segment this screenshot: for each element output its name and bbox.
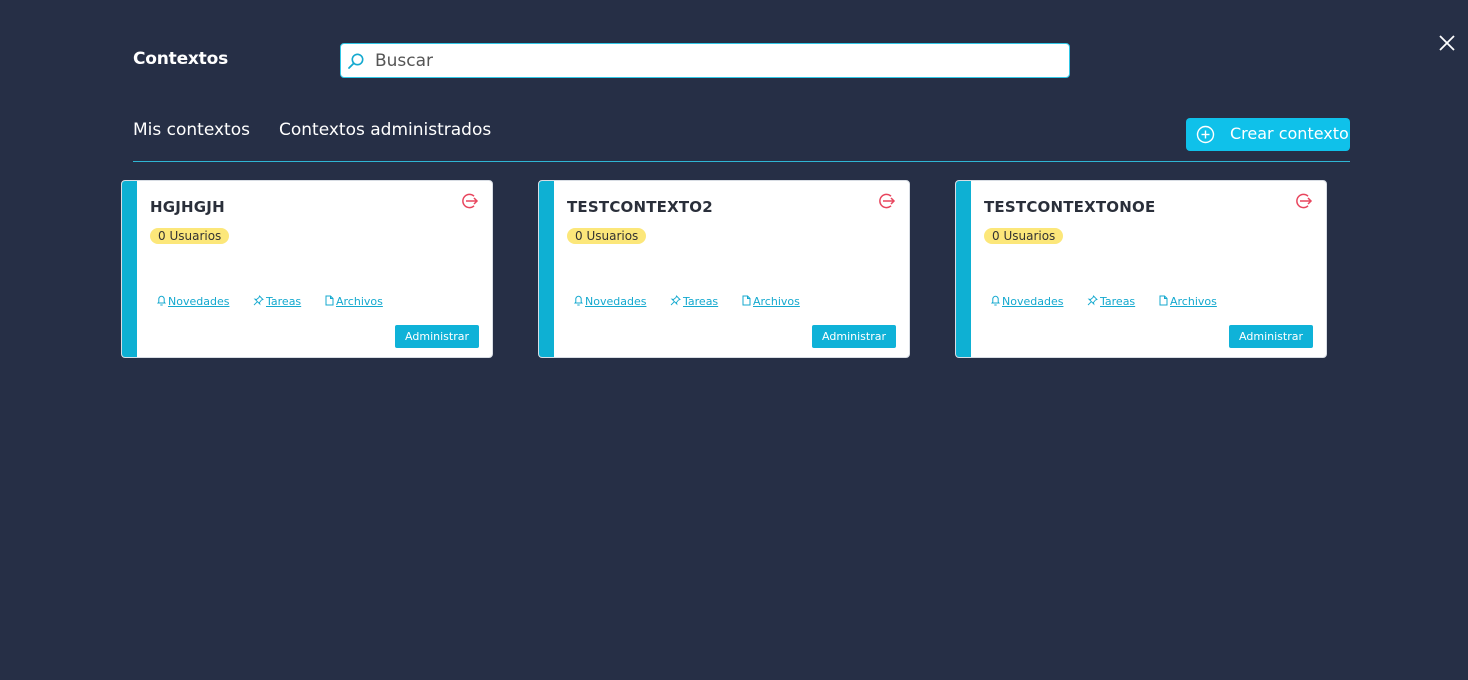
users-count-badge: 0 Usuarios	[567, 228, 647, 244]
tasks-link[interactable]: Tareas	[1087, 295, 1135, 308]
tasks-link[interactable]: Tareas	[253, 295, 301, 308]
exit-icon[interactable]	[461, 192, 479, 210]
users-count-badge: 0 Usuarios	[984, 228, 1064, 244]
news-link[interactable]: Novedades	[990, 295, 1063, 308]
close-button[interactable]	[1436, 32, 1458, 54]
context-card: HGJHGJH 0 Usuarios Novedades Tareas Arch…	[121, 180, 493, 358]
files-link[interactable]: Archivos	[1159, 295, 1217, 308]
contexts-modal: Contextos Mis contextos Contextos admini…	[0, 0, 1468, 680]
card-title: HGJHGJH	[150, 198, 225, 216]
pin-icon	[670, 295, 681, 306]
context-card: TESTCONTEXTO2 0 Usuarios Novedades Tarea…	[538, 180, 910, 358]
create-context-label: Crear contexto	[1230, 124, 1349, 143]
context-card: TESTCONTEXTONOE 0 Usuarios Novedades Tar…	[955, 180, 1327, 358]
search-box[interactable]	[340, 43, 1070, 78]
tab-mis-contextos[interactable]: Mis contextos	[133, 120, 250, 140]
administrar-button[interactable]: Administrar	[1229, 325, 1313, 348]
news-link[interactable]: Novedades	[156, 295, 229, 308]
card-title: TESTCONTEXTONOE	[984, 198, 1156, 216]
files-link[interactable]: Archivos	[325, 295, 383, 308]
plus-circle-icon	[1196, 125, 1215, 144]
tasks-link[interactable]: Tareas	[670, 295, 718, 308]
news-link[interactable]: Novedades	[573, 295, 646, 308]
users-count-badge: 0 Usuarios	[150, 228, 230, 244]
administrar-button[interactable]: Administrar	[395, 325, 479, 348]
close-icon	[1439, 35, 1455, 51]
search-input[interactable]	[375, 44, 1055, 77]
file-icon	[325, 295, 334, 306]
file-icon	[1159, 295, 1168, 306]
pin-icon	[1087, 295, 1098, 306]
tabs-divider	[133, 161, 1350, 162]
exit-icon[interactable]	[878, 192, 896, 210]
bell-icon	[156, 295, 167, 306]
card-accent-stripe	[956, 181, 971, 357]
bell-icon	[573, 295, 584, 306]
card-title: TESTCONTEXTO2	[567, 198, 713, 216]
card-accent-stripe	[122, 181, 137, 357]
card-accent-stripe	[539, 181, 554, 357]
files-link[interactable]: Archivos	[742, 295, 800, 308]
pin-icon	[253, 295, 264, 306]
page-title: Contextos	[133, 49, 229, 69]
tab-contextos-administrados[interactable]: Contextos administrados	[279, 120, 491, 140]
search-icon	[348, 53, 364, 69]
administrar-button[interactable]: Administrar	[812, 325, 896, 348]
file-icon	[742, 295, 751, 306]
exit-icon[interactable]	[1295, 192, 1313, 210]
create-context-button[interactable]: Crear contexto	[1186, 118, 1350, 151]
bell-icon	[990, 295, 1001, 306]
